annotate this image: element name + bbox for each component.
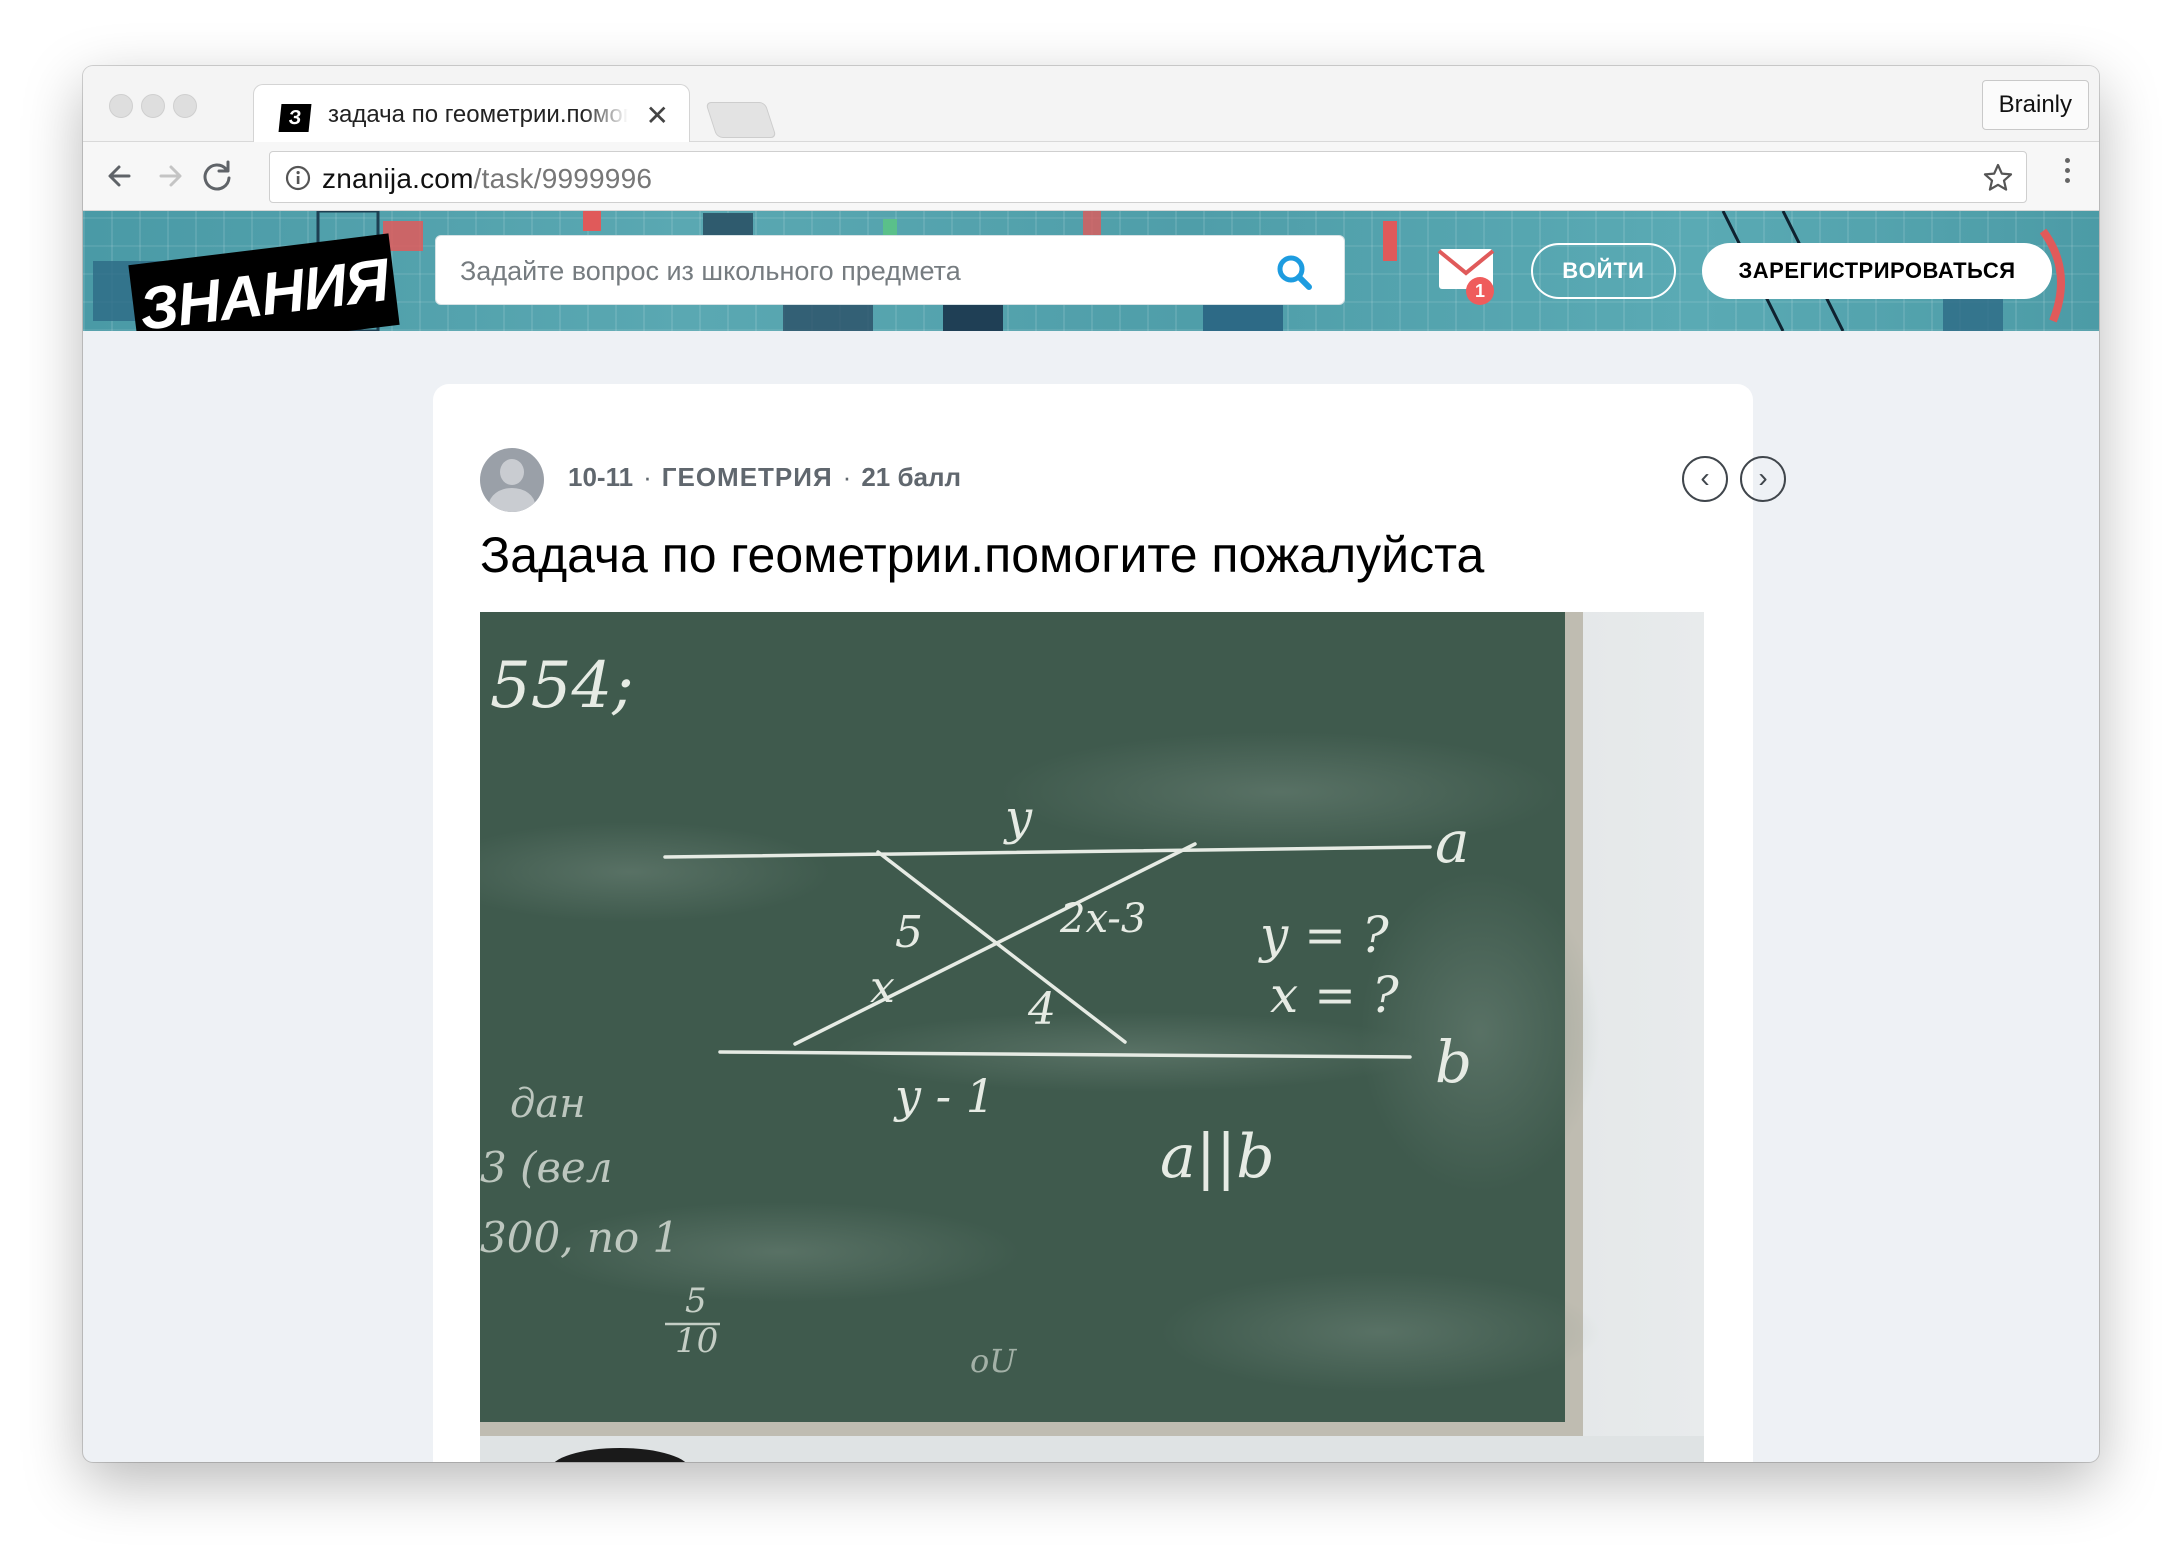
fraction-numerator: 5 bbox=[685, 1281, 707, 1321]
browser-tab[interactable]: З задача по геометрии.помогите пожалуйст… bbox=[253, 84, 690, 143]
login-button[interactable]: ВОЙТИ bbox=[1531, 243, 1676, 299]
question-title: Задача по геометрии.помогите пожалуйста bbox=[480, 527, 1485, 583]
reload-icon[interactable] bbox=[195, 154, 239, 198]
separator: · bbox=[842, 462, 852, 492]
zoom-window-button[interactable] bbox=[173, 94, 197, 118]
search-input[interactable]: Задайте вопрос из школьного предмета bbox=[435, 235, 1345, 305]
question-card: 10-11 · ГЕОМЕТРИЯ · 21 балл ‹ › Задача по ге… bbox=[433, 384, 1786, 1462]
label-x: x bbox=[870, 962, 895, 1013]
scrawl-3: 300, по 1 bbox=[480, 1213, 679, 1262]
search-icon[interactable] bbox=[1274, 252, 1314, 292]
scrawl-2: 3 (вел bbox=[480, 1143, 613, 1192]
forward-arrow-icon[interactable] bbox=[147, 154, 191, 198]
url-text: znanija.com/task/9999996 bbox=[322, 163, 652, 195]
problem-number: 554; bbox=[490, 649, 634, 723]
search-placeholder: Задайте вопрос из школьного предмета bbox=[460, 256, 961, 286]
favicon-icon: З bbox=[278, 104, 312, 132]
minimize-window-button[interactable] bbox=[141, 94, 165, 118]
browser-window: З задача по геометрии.помогите пожалуйст… bbox=[83, 66, 2099, 1462]
subject-link[interactable]: ГЕОМЕТРИЯ bbox=[662, 462, 833, 492]
url-host: znanija.com bbox=[322, 163, 474, 194]
label-bottom-segment: y - 1 bbox=[893, 1069, 995, 1123]
avatar[interactable] bbox=[480, 448, 544, 512]
info-icon[interactable] bbox=[284, 164, 312, 192]
prev-question-button[interactable]: ‹ bbox=[1682, 456, 1728, 502]
tab-title: задача по геометрии.помогите пожалуйста bbox=[328, 101, 628, 128]
question-meta: 10-11 · ГЕОМЕТРИЯ · 21 балл bbox=[568, 462, 961, 493]
url-path: /task/9999996 bbox=[473, 163, 653, 194]
menu-dots-icon[interactable] bbox=[2065, 158, 2071, 188]
tab-strip: З задача по геометрии.помогите пожалуйст… bbox=[83, 66, 2099, 143]
label-top-segment: y bbox=[1003, 790, 1033, 846]
back-arrow-icon[interactable] bbox=[99, 154, 143, 198]
register-button[interactable]: ЗАРЕГИСТРИРОВАТЬСЯ bbox=[1702, 243, 2052, 299]
profile-button[interactable]: Brainly bbox=[1981, 80, 2089, 130]
address-bar[interactable]: znanija.com/task/9999996 bbox=[269, 151, 2027, 203]
chalkboard-drawing: 554; y a 5 2x-3 x 4 y - 1 b y = ? x = ? … bbox=[480, 612, 1704, 1462]
site-header: ЗНАНИЯ Задайте вопрос из школьного предм… bbox=[83, 211, 2099, 331]
parallel-note: a||b bbox=[1160, 1122, 1275, 1192]
new-tab-button[interactable] bbox=[705, 102, 777, 138]
next-question-button[interactable]: › bbox=[1740, 456, 1786, 502]
separator: · bbox=[643, 462, 652, 492]
browser-toolbar: znanija.com/task/9999996 bbox=[83, 142, 2099, 211]
question-x: x = ? bbox=[1270, 966, 1400, 1024]
question-photo[interactable]: 554; y a 5 2x-3 x 4 y - 1 b y = ? x = ? … bbox=[480, 612, 1704, 1462]
close-window-button[interactable] bbox=[109, 94, 133, 118]
bookmark-star-icon[interactable] bbox=[1982, 162, 2014, 194]
label-line-a: a bbox=[1435, 808, 1470, 876]
label-5: 5 bbox=[895, 907, 923, 958]
label-line-b: b bbox=[1435, 1028, 1472, 1096]
scrawl-bottom: оU bbox=[970, 1342, 1017, 1380]
label-2x-3: 2x-3 bbox=[1059, 896, 1146, 942]
question-y: y = ? bbox=[1258, 906, 1390, 964]
tab-close-icon[interactable]: ✕ bbox=[646, 99, 669, 132]
fraction-denominator: 10 bbox=[675, 1321, 718, 1361]
label-4: 4 bbox=[1027, 984, 1056, 1035]
grade-label[interactable]: 10-11 bbox=[568, 462, 633, 492]
notification-badge: 1 bbox=[1466, 277, 1494, 305]
points-label: 21 балл bbox=[861, 462, 962, 492]
scrawl-1: дан bbox=[510, 1081, 586, 1127]
